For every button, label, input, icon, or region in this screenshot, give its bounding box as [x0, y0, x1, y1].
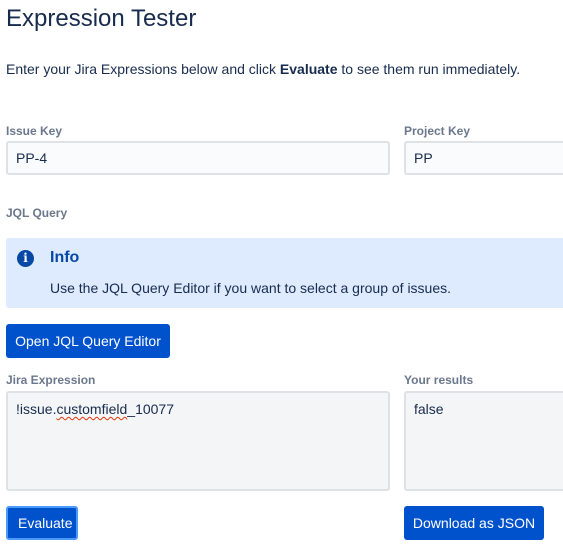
- expression-misspelled-word: customfield: [56, 401, 128, 417]
- expression-suffix: _10077: [127, 401, 174, 417]
- intro-bold: Evaluate: [279, 61, 338, 77]
- jira-expression-label: Jira Expression: [6, 373, 96, 387]
- project-key-input[interactable]: [404, 141, 563, 175]
- intro-prefix: Enter your Jira Expressions below and cl…: [6, 61, 280, 77]
- info-icon: i: [17, 250, 34, 267]
- download-as-json-button[interactable]: Download as JSON: [404, 506, 544, 540]
- issue-key-label: Issue Key: [6, 124, 63, 138]
- page-title: Expression Tester: [6, 5, 197, 32]
- expression-prefix: !issue.: [16, 401, 57, 417]
- intro-text: Enter your Jira Expressions below and cl…: [6, 59, 520, 79]
- project-key-label: Project Key: [404, 124, 471, 138]
- jira-expression-textarea[interactable]: !issue.customfield_10077: [6, 391, 390, 491]
- results-textarea[interactable]: false: [404, 391, 563, 491]
- results-value: false: [414, 401, 444, 417]
- open-jql-query-editor-button[interactable]: Open JQL Query Editor: [6, 324, 170, 358]
- intro-suffix: to see them run immediately.: [337, 61, 521, 77]
- evaluate-button[interactable]: Evaluate: [6, 506, 78, 540]
- your-results-label: Your results: [404, 373, 474, 387]
- info-text: Use the JQL Query Editor if you want to …: [50, 280, 452, 296]
- info-panel: i Info Use the JQL Query Editor if you w…: [6, 238, 563, 308]
- issue-key-input[interactable]: [6, 141, 390, 175]
- expression-tester-page: Expression Tester Enter your Jira Expres…: [0, 0, 563, 555]
- info-title: Info: [50, 249, 80, 266]
- jql-query-label: JQL Query: [6, 206, 68, 220]
